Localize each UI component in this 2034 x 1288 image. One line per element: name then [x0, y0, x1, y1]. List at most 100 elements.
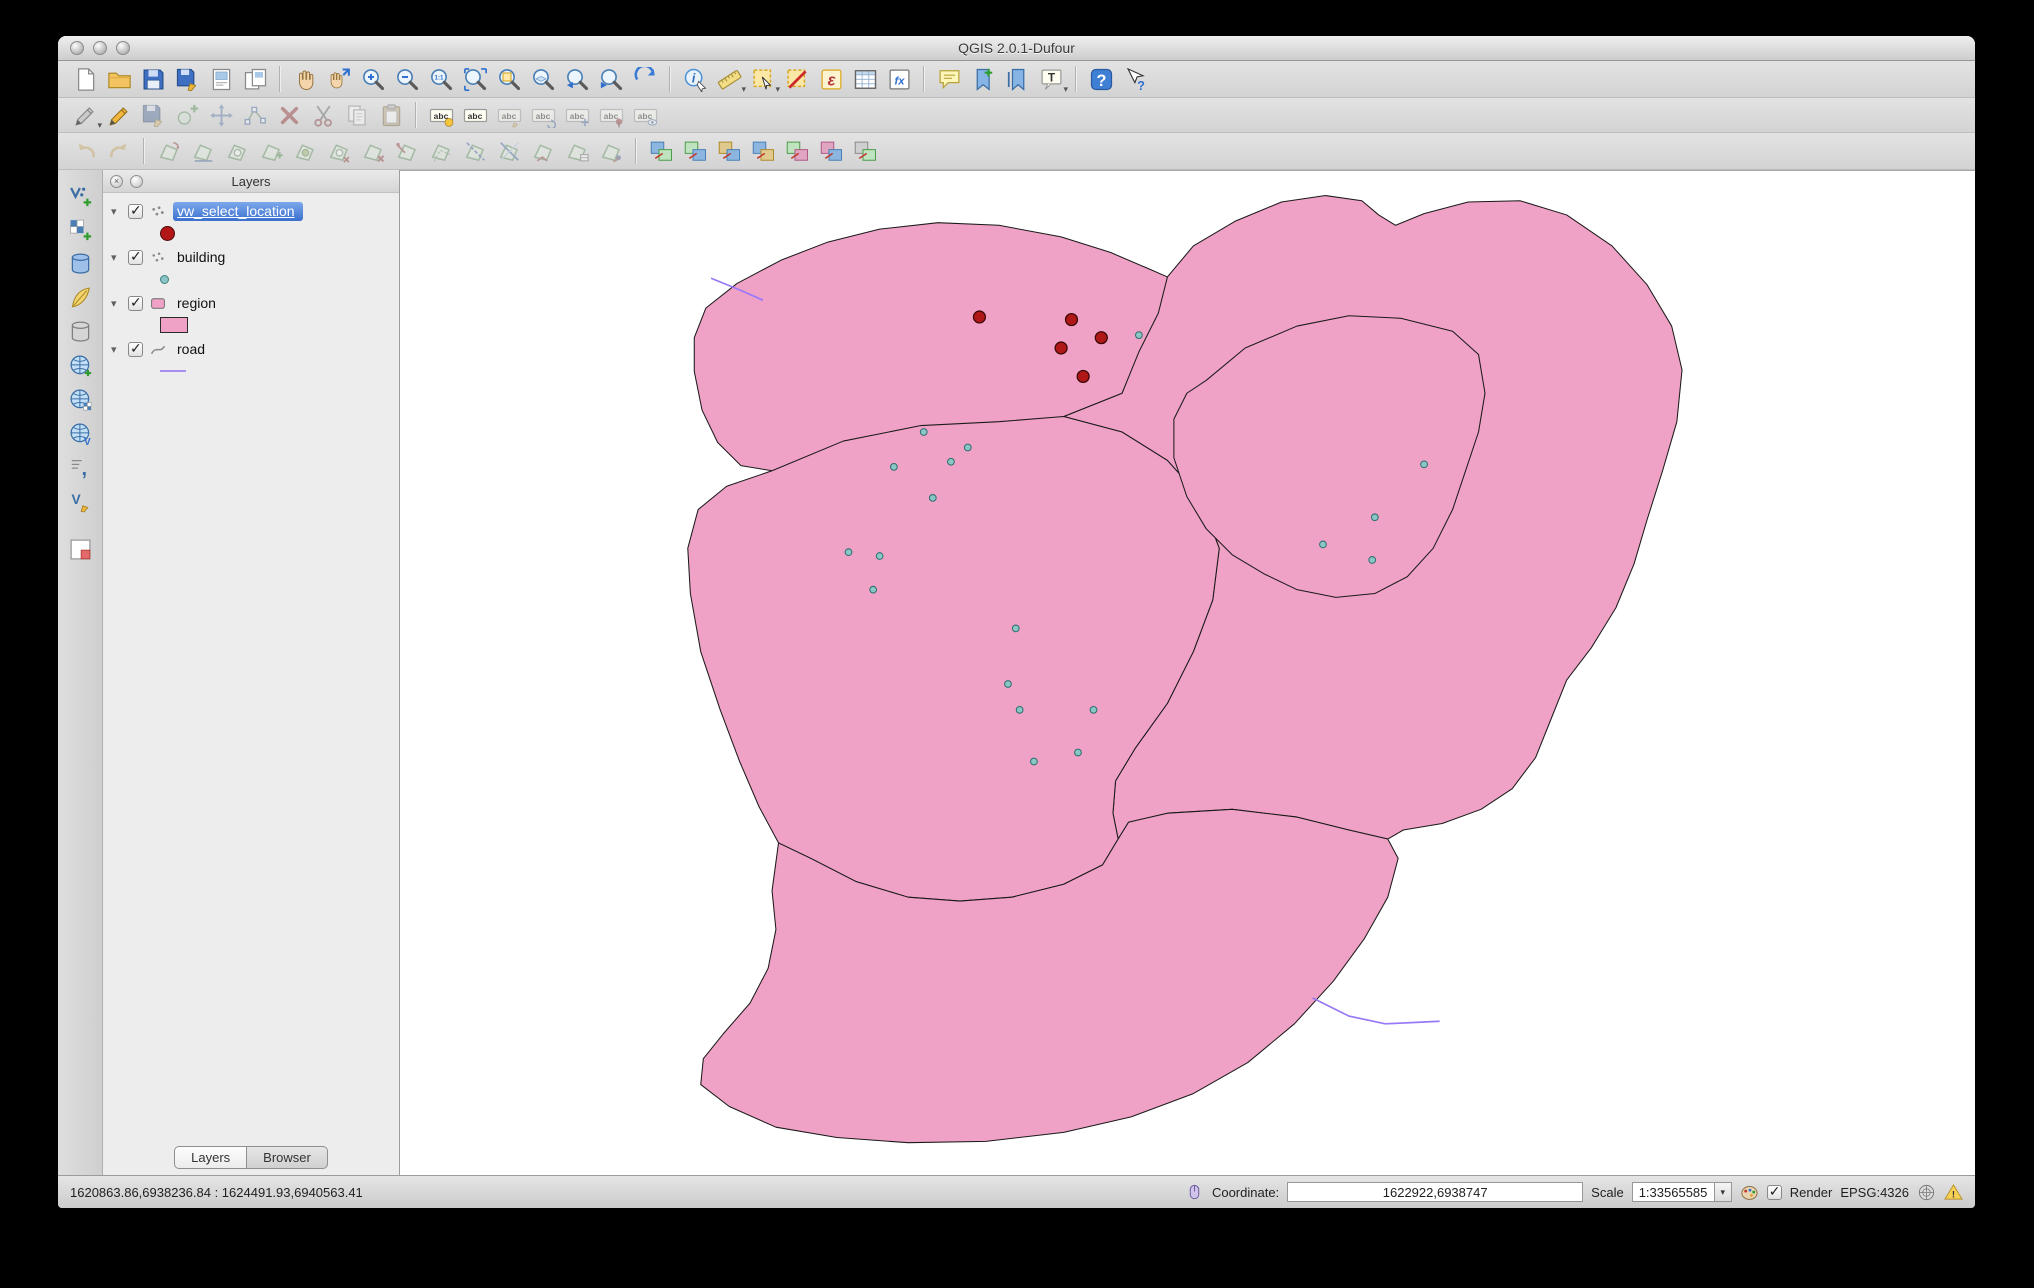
save-project-button[interactable]	[137, 64, 169, 94]
spatial-query-button[interactable]	[815, 136, 847, 166]
expand-arrow-icon[interactable]: ▾	[111, 205, 123, 218]
move-label-button[interactable]: abc	[561, 100, 593, 130]
close-window-button[interactable]	[70, 41, 84, 55]
coordinate-input[interactable]: 1622922,6938747	[1287, 1182, 1583, 1202]
layer-item-road[interactable]: ▾ road	[103, 337, 399, 361]
zoom-to-layer-button[interactable]	[527, 64, 559, 94]
layer-item-vw-select-location[interactable]: ▾ vw_select_location	[103, 199, 399, 223]
field-calculator-button[interactable]: fx	[883, 64, 915, 94]
layer-visibility-checkbox[interactable]	[128, 250, 143, 265]
add-vector-layer-button[interactable]	[64, 180, 96, 210]
add-part-button[interactable]	[255, 136, 287, 166]
topology-checker-button[interactable]	[849, 136, 881, 166]
evis-browser-button[interactable]	[747, 136, 779, 166]
pin-labels-button[interactable]: abc	[595, 100, 627, 130]
move-feature-button[interactable]	[205, 100, 237, 130]
show-hide-labels-button[interactable]: abc	[629, 100, 661, 130]
measure-dropdown-arrow[interactable]: ▾	[741, 85, 746, 94]
split-features-button[interactable]	[459, 136, 491, 166]
change-label-button[interactable]: abc	[493, 100, 525, 130]
add-spatialite-layer-button[interactable]	[64, 282, 96, 312]
delete-part-button[interactable]	[357, 136, 389, 166]
composer-manager-button[interactable]	[239, 64, 271, 94]
select-features-dropdown-arrow[interactable]: ▾	[775, 85, 780, 94]
panel-float-button[interactable]	[130, 175, 143, 188]
add-delimited-text-layer-button[interactable]: ,	[64, 452, 96, 482]
road-graph-button[interactable]	[781, 136, 813, 166]
delete-selected-button[interactable]	[273, 100, 305, 130]
node-tool-button[interactable]	[239, 100, 271, 130]
render-checkbox[interactable]	[1767, 1185, 1782, 1200]
new-shapefile-layer-button[interactable]: V	[64, 486, 96, 516]
gps-tools-button[interactable]	[679, 136, 711, 166]
simplify-feature-button[interactable]	[187, 136, 219, 166]
select-features-button[interactable]: ▾	[747, 64, 779, 94]
georeferencer-button[interactable]	[645, 136, 677, 166]
label-settings-button[interactable]: abc	[459, 100, 491, 130]
merge-attributes-button[interactable]	[561, 136, 593, 166]
current-edits-button[interactable]: ▾	[69, 100, 101, 130]
layer-visibility-checkbox[interactable]	[128, 204, 143, 219]
scale-dropdown-arrow-icon[interactable]: ▾	[1714, 1183, 1731, 1201]
map-canvas[interactable]	[400, 170, 1975, 1175]
layer-item-building[interactable]: ▾ building	[103, 245, 399, 269]
split-parts-button[interactable]	[493, 136, 525, 166]
toggle-editing-button[interactable]	[103, 100, 135, 130]
scale-combo[interactable]: 1:33565585 ▾	[1632, 1182, 1732, 1202]
new-print-composer-button[interactable]	[205, 64, 237, 94]
zoom-last-button[interactable]	[561, 64, 593, 94]
rotate-feature-button[interactable]	[153, 136, 185, 166]
zoom-out-button[interactable]	[391, 64, 423, 94]
layer-visibility-checkbox[interactable]	[128, 296, 143, 311]
add-mssql-layer-button[interactable]	[64, 316, 96, 346]
rotate-point-symbols-button[interactable]	[595, 136, 627, 166]
new-project-button[interactable]	[69, 64, 101, 94]
add-raster-layer-button[interactable]	[64, 214, 96, 244]
whats-this-button[interactable]: ?	[1119, 64, 1151, 94]
zoom-in-button[interactable]	[357, 64, 389, 94]
add-wfs-layer-button[interactable]: V	[64, 418, 96, 448]
rotate-label-button[interactable]: abc	[527, 100, 559, 130]
zoom-to-selection-button[interactable]	[493, 64, 525, 94]
layer-item-region[interactable]: ▾ region	[103, 291, 399, 315]
identify-features-button[interactable]: i	[679, 64, 711, 94]
expand-arrow-icon[interactable]: ▾	[111, 343, 123, 356]
fill-ring-button[interactable]	[289, 136, 321, 166]
new-spatialite-layer-button[interactable]	[64, 534, 96, 564]
stop-render-icon[interactable]	[1740, 1183, 1759, 1202]
crs-status-icon[interactable]	[1917, 1183, 1936, 1202]
text-annotation-button[interactable]: T▾	[1035, 64, 1067, 94]
title-bar[interactable]: QGIS 2.0.1-Dufour	[58, 36, 1975, 61]
tab-layers[interactable]: Layers	[174, 1146, 247, 1169]
panel-close-button[interactable]: ×	[110, 175, 123, 188]
dxf2shp-converter-button[interactable]	[713, 136, 745, 166]
add-wms-layer-button[interactable]	[64, 350, 96, 380]
open-attribute-table-button[interactable]	[849, 64, 881, 94]
reshape-features-button[interactable]	[391, 136, 423, 166]
map-tips-button[interactable]	[933, 64, 965, 94]
text-annotation-dropdown-arrow[interactable]: ▾	[1063, 85, 1068, 94]
save-project-as-button[interactable]	[171, 64, 203, 94]
select-by-expression-button[interactable]: ε	[815, 64, 847, 94]
refresh-map-button[interactable]	[629, 64, 661, 94]
cut-features-button[interactable]	[307, 100, 339, 130]
layer-visibility-checkbox[interactable]	[128, 342, 143, 357]
mouse-position-icon[interactable]	[1185, 1183, 1204, 1202]
open-project-button[interactable]	[103, 64, 135, 94]
tab-browser[interactable]: Browser	[247, 1146, 328, 1169]
messages-warning-icon[interactable]: !	[1944, 1183, 1963, 1202]
deselect-features-button[interactable]	[781, 64, 813, 94]
help-contents-button[interactable]: ?	[1085, 64, 1117, 94]
paste-features-button[interactable]	[375, 100, 407, 130]
zoom-full-button[interactable]	[459, 64, 491, 94]
measure-button[interactable]: ▾	[713, 64, 745, 94]
add-wcs-layer-button[interactable]	[64, 384, 96, 414]
delete-ring-button[interactable]	[323, 136, 355, 166]
expand-arrow-icon[interactable]: ▾	[111, 251, 123, 264]
pan-to-selection-button[interactable]	[323, 64, 355, 94]
save-layer-edits-button[interactable]	[137, 100, 169, 130]
zoom-window-button[interactable]	[116, 41, 130, 55]
expand-arrow-icon[interactable]: ▾	[111, 297, 123, 310]
zoom-next-button[interactable]	[595, 64, 627, 94]
zoom-native-button[interactable]: 1:1	[425, 64, 457, 94]
